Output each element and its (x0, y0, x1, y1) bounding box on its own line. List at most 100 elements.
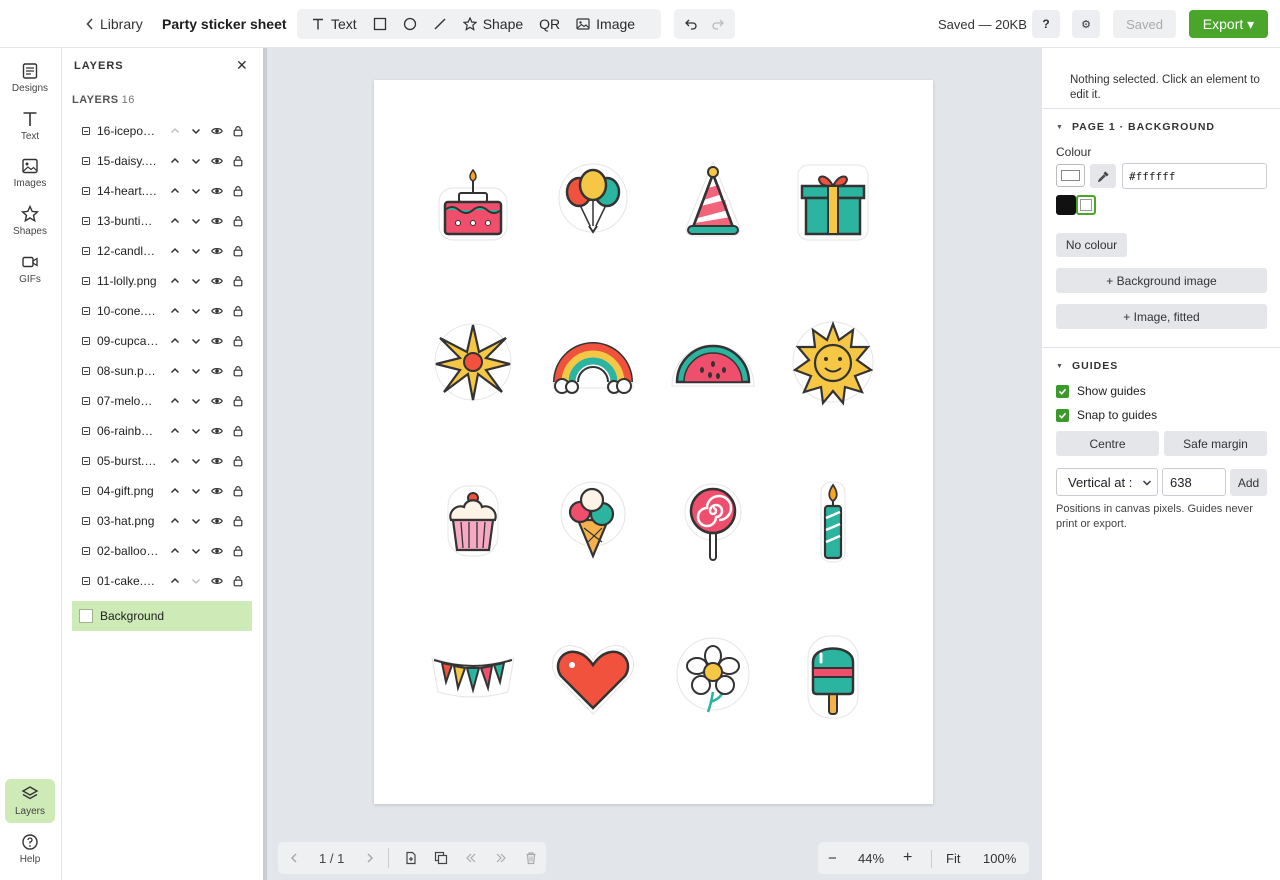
move-layer-down-button[interactable] (188, 123, 204, 139)
toggle-lock-button[interactable] (230, 423, 246, 439)
zoom-100-button[interactable]: 100% (983, 842, 1016, 874)
move-layer-up-button[interactable] (167, 123, 183, 139)
move-layer-up-button[interactable] (167, 573, 183, 589)
hex-colour-input[interactable]: #ffffff (1122, 163, 1267, 189)
move-layer-down-button[interactable] (188, 303, 204, 319)
move-layer-up-button[interactable] (167, 423, 183, 439)
move-layer-down-button[interactable] (188, 363, 204, 379)
duplicate-page-button[interactable] (433, 850, 449, 866)
move-layer-down-button[interactable] (188, 183, 204, 199)
swatch-white-selected[interactable] (1076, 195, 1096, 215)
guide-position-input[interactable]: 638 (1162, 468, 1226, 496)
toggle-visibility-button[interactable] (209, 213, 225, 229)
toggle-visibility-button[interactable] (209, 243, 225, 259)
toggle-visibility-button[interactable] (209, 273, 225, 289)
move-layer-down-button[interactable] (188, 393, 204, 409)
background-layer-row[interactable]: Background (72, 601, 252, 631)
toggle-lock-button[interactable] (230, 483, 246, 499)
toggle-visibility-button[interactable] (209, 483, 225, 499)
layer-row[interactable]: 13-buntin… (72, 206, 252, 236)
toggle-visibility-button[interactable] (209, 573, 225, 589)
move-layer-down-button[interactable] (188, 333, 204, 349)
checkbox-checked[interactable] (1056, 408, 1069, 422)
redo-button[interactable] (707, 9, 729, 39)
sticker-lollipop[interactable] (668, 478, 758, 568)
sticker-ice-pop[interactable] (788, 632, 878, 722)
move-layer-down-button[interactable] (188, 573, 204, 589)
layer-row[interactable]: 02-balloo… (72, 536, 252, 566)
move-layer-down-button[interactable] (188, 453, 204, 469)
sticker-cake[interactable] (428, 160, 518, 250)
next-page-button[interactable] (362, 850, 378, 866)
sticker-sun[interactable] (788, 320, 878, 410)
rail-item-text[interactable]: Text (5, 104, 55, 148)
toggle-lock-button[interactable] (230, 573, 246, 589)
move-layer-down-button[interactable] (188, 423, 204, 439)
move-layer-down-button[interactable] (188, 483, 204, 499)
rail-item-help[interactable]: Help (5, 827, 55, 871)
move-layer-up-button[interactable] (167, 393, 183, 409)
safe-margin-button[interactable]: Safe margin (1164, 431, 1267, 456)
sticker-gift[interactable] (788, 160, 878, 250)
undo-button[interactable] (680, 9, 702, 39)
toggle-lock-button[interactable] (230, 183, 246, 199)
layer-row[interactable]: 14-heart.… (72, 176, 252, 206)
text-tool-button[interactable]: Text (303, 9, 365, 39)
rail-item-images[interactable]: Images (5, 151, 55, 195)
toggle-lock-button[interactable] (230, 243, 246, 259)
layer-row[interactable]: 06-rainbo… (72, 416, 252, 446)
toggle-visibility-button[interactable] (209, 393, 225, 409)
layer-row[interactable]: 07-melon.… (72, 386, 252, 416)
toggle-visibility-button[interactable] (209, 513, 225, 529)
guide-orientation-select[interactable]: Vertical at : (1056, 468, 1158, 496)
rail-item-shapes[interactable]: Shapes (5, 199, 55, 243)
layer-row[interactable]: 01-cake.p… (72, 566, 252, 596)
help-button[interactable]: ? (1032, 10, 1060, 38)
snap-guides-checkbox[interactable]: Snap to guides (1056, 408, 1157, 422)
zoom-in-button[interactable]: + (903, 842, 912, 874)
ellipse-tool-button[interactable] (395, 9, 425, 39)
move-layer-down-button[interactable] (188, 273, 204, 289)
layer-row[interactable]: 11-lolly.png (72, 266, 252, 296)
toggle-lock-button[interactable] (230, 273, 246, 289)
move-layer-up-button[interactable] (167, 363, 183, 379)
sticker-heart[interactable] (548, 632, 638, 722)
sticker-candle[interactable] (788, 478, 878, 568)
layer-row[interactable]: 03-hat.png (72, 506, 252, 536)
guides-section-header[interactable]: ▼ GUIDES (1056, 360, 1118, 372)
move-layer-up-button[interactable] (167, 273, 183, 289)
layer-row[interactable]: 05-burst.… (72, 446, 252, 476)
toggle-lock-button[interactable] (230, 303, 246, 319)
move-layer-up-button[interactable] (167, 183, 183, 199)
rail-item-gifs[interactable]: GIFs (5, 247, 55, 291)
rail-item-designs[interactable]: Designs (5, 56, 55, 100)
zoom-out-button[interactable]: − (828, 842, 837, 874)
move-layer-up-button[interactable] (167, 333, 183, 349)
move-layer-down-button[interactable] (188, 513, 204, 529)
toggle-lock-button[interactable] (230, 513, 246, 529)
move-layer-up-button[interactable] (167, 453, 183, 469)
sticker-watermelon[interactable] (668, 320, 758, 410)
toggle-visibility-button[interactable] (209, 423, 225, 439)
toggle-lock-button[interactable] (230, 153, 246, 169)
layer-row[interactable]: 09-cupca… (72, 326, 252, 356)
sticker-party-hat[interactable] (668, 160, 758, 250)
zoom-fit-button[interactable]: Fit (946, 842, 960, 874)
toggle-lock-button[interactable] (230, 363, 246, 379)
document-title[interactable]: Party sticker sheet (162, 0, 287, 48)
sticker-cupcake[interactable] (428, 478, 518, 568)
delete-page-button[interactable] (523, 850, 539, 866)
move-layer-up-button[interactable] (167, 243, 183, 259)
line-tool-button[interactable] (425, 9, 455, 39)
add-guide-button[interactable]: Add (1230, 469, 1267, 496)
toggle-visibility-button[interactable] (209, 123, 225, 139)
move-layer-up-button[interactable] (167, 303, 183, 319)
sticker-daisy[interactable] (668, 632, 758, 722)
move-layer-up-button[interactable] (167, 213, 183, 229)
layer-row[interactable]: 12-candle… (72, 236, 252, 266)
sticker-ice-cream-cone[interactable] (548, 478, 638, 568)
centre-guide-button[interactable]: Centre (1056, 431, 1159, 456)
layer-row[interactable]: 16-icepop… (72, 116, 252, 146)
layer-row[interactable]: 04-gift.png (72, 476, 252, 506)
layer-row[interactable]: 10-cone.… (72, 296, 252, 326)
